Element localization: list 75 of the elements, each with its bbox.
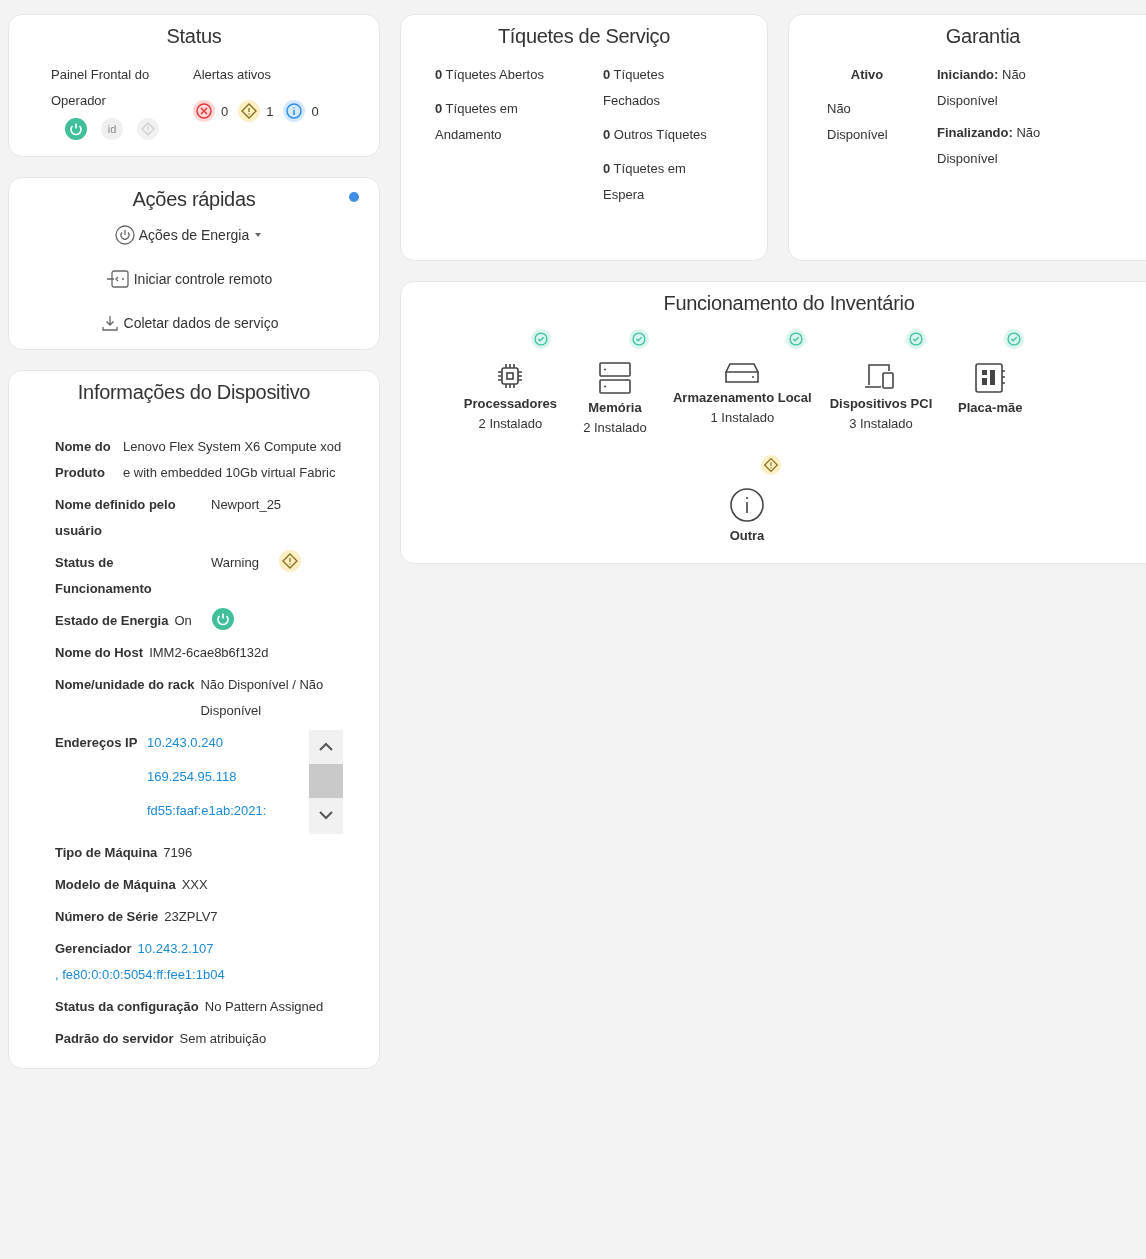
- field-label: Gerenciador: [55, 940, 132, 958]
- download-icon: [99, 313, 120, 333]
- component-name: Placa-mãe: [958, 399, 1023, 417]
- board-icon: [973, 361, 1008, 395]
- component-name: Memória: [588, 399, 642, 417]
- field-label: Estado de Energia: [55, 612, 169, 630]
- field-value: XXX: [181, 876, 208, 894]
- ip-address-link[interactable]: 10.243.2.107: [137, 936, 214, 962]
- ip-address-link[interactable]: , fe80:0:0:0:5054:ff:fee1:1b04: [55, 962, 225, 988]
- ip-address-link[interactable]: 10.243.0.240: [147, 730, 309, 756]
- warranty-state-value: Não Disponível: [827, 100, 889, 144]
- drive-icon: [724, 361, 761, 385]
- ticket-count: 0 Outros Tíquetes: [603, 126, 708, 144]
- remote-console-icon: [105, 269, 130, 289]
- ip-address-link[interactable]: 169.254.95.118: [147, 764, 309, 790]
- field-label: Status de Funcionamento: [55, 554, 153, 598]
- field-value: Warning: [211, 554, 259, 572]
- installed-count: 2 Instalado: [478, 415, 543, 433]
- warranty-date: Finalizando: Não Disponível: [937, 124, 1042, 168]
- field-label: Tipo de Máquina: [55, 844, 158, 862]
- field-label: Modelo de Máquina: [55, 876, 176, 894]
- card-title: Status: [166, 25, 222, 48]
- warning-icon: [238, 100, 261, 122]
- card-title: Informações do Dispositivo: [77, 381, 311, 404]
- ip-address-link[interactable]: fd55:faaf:e1ab:2021:: [147, 798, 309, 824]
- alert-count: 0: [311, 103, 319, 119]
- component-name: Outra: [729, 527, 765, 545]
- card-title: Funcionamento do Inventário: [663, 292, 915, 315]
- field-label: Endereços IP: [55, 734, 139, 752]
- field-value: No Pattern Assigned: [204, 998, 324, 1016]
- installed-count: 2 Instalado: [583, 419, 647, 437]
- field-value: On: [174, 612, 192, 630]
- field-value: Não Disponível / Não Disponível: [200, 676, 325, 720]
- ticket-count: 0 Tíquetes Fechados: [603, 66, 666, 110]
- field-value: 23ZPLV7: [164, 908, 218, 926]
- id-indicator: id: [101, 118, 123, 140]
- help-badge[interactable]: [349, 192, 359, 202]
- field-value: IMM2-6cae8b6f132d: [149, 644, 269, 662]
- component-name: Dispositivos PCI: [829, 395, 933, 413]
- power-icon: [114, 225, 135, 245]
- ticket-count: 0 Tíquetes em Espera: [603, 160, 687, 204]
- memory-icon: [597, 361, 632, 395]
- alerts-label: Alertas ativos: [193, 67, 272, 82]
- quick-action-button[interactable]: Ações de Energia: [114, 225, 264, 245]
- scrollbar[interactable]: [309, 730, 343, 834]
- field-value: Sem atribuição: [179, 1030, 267, 1048]
- field-label: Nome/unidade do rack: [55, 676, 195, 694]
- ticket-count: 0 Tíquetes em Andamento: [435, 100, 519, 144]
- field-value: Newport_25: [211, 496, 282, 514]
- field-label: Número de Série: [55, 908, 159, 926]
- field-label: Nome do Host: [55, 644, 144, 662]
- field-value: Lenovo Flex System X6 Compute xode with embedded 10Gb virtual Fabric: [123, 438, 343, 482]
- warranty-state-label: Ativo: [850, 66, 884, 84]
- field-label: Padrão do servidor: [55, 1030, 174, 1048]
- card-title: Garantia: [945, 25, 1021, 48]
- alert-count: 0: [221, 103, 229, 119]
- ticket-count: 0 Tíquetes Abertos: [435, 66, 545, 84]
- error-icon: [193, 100, 215, 122]
- info-icon: [729, 487, 765, 523]
- field-label: Status da configuração: [55, 998, 199, 1016]
- field-value: 7196: [163, 844, 193, 862]
- quick-action-button[interactable]: Coletar dados de serviço: [99, 313, 279, 333]
- warranty-date: Iniciando: Não Disponível: [937, 66, 1027, 110]
- card-title: Ações rápidas: [132, 188, 256, 211]
- card-title: Tíquetes de Serviço: [497, 25, 671, 48]
- component-name: Armazenamento Local: [672, 389, 812, 407]
- installed-count: 1 Instalado: [710, 409, 775, 427]
- installed-count: 3 Instalado: [849, 415, 913, 433]
- quick-action-button[interactable]: Iniciar controle remoto: [105, 269, 273, 289]
- alert-count: 1: [266, 103, 274, 119]
- component-name: Processadores: [463, 395, 557, 413]
- field-label: Nome do Produto: [55, 438, 112, 482]
- info-icon: [283, 100, 306, 122]
- front-panel-label: Painel Frontal do Operador: [51, 66, 151, 110]
- field-label: Nome definido pelo usuário: [55, 496, 177, 540]
